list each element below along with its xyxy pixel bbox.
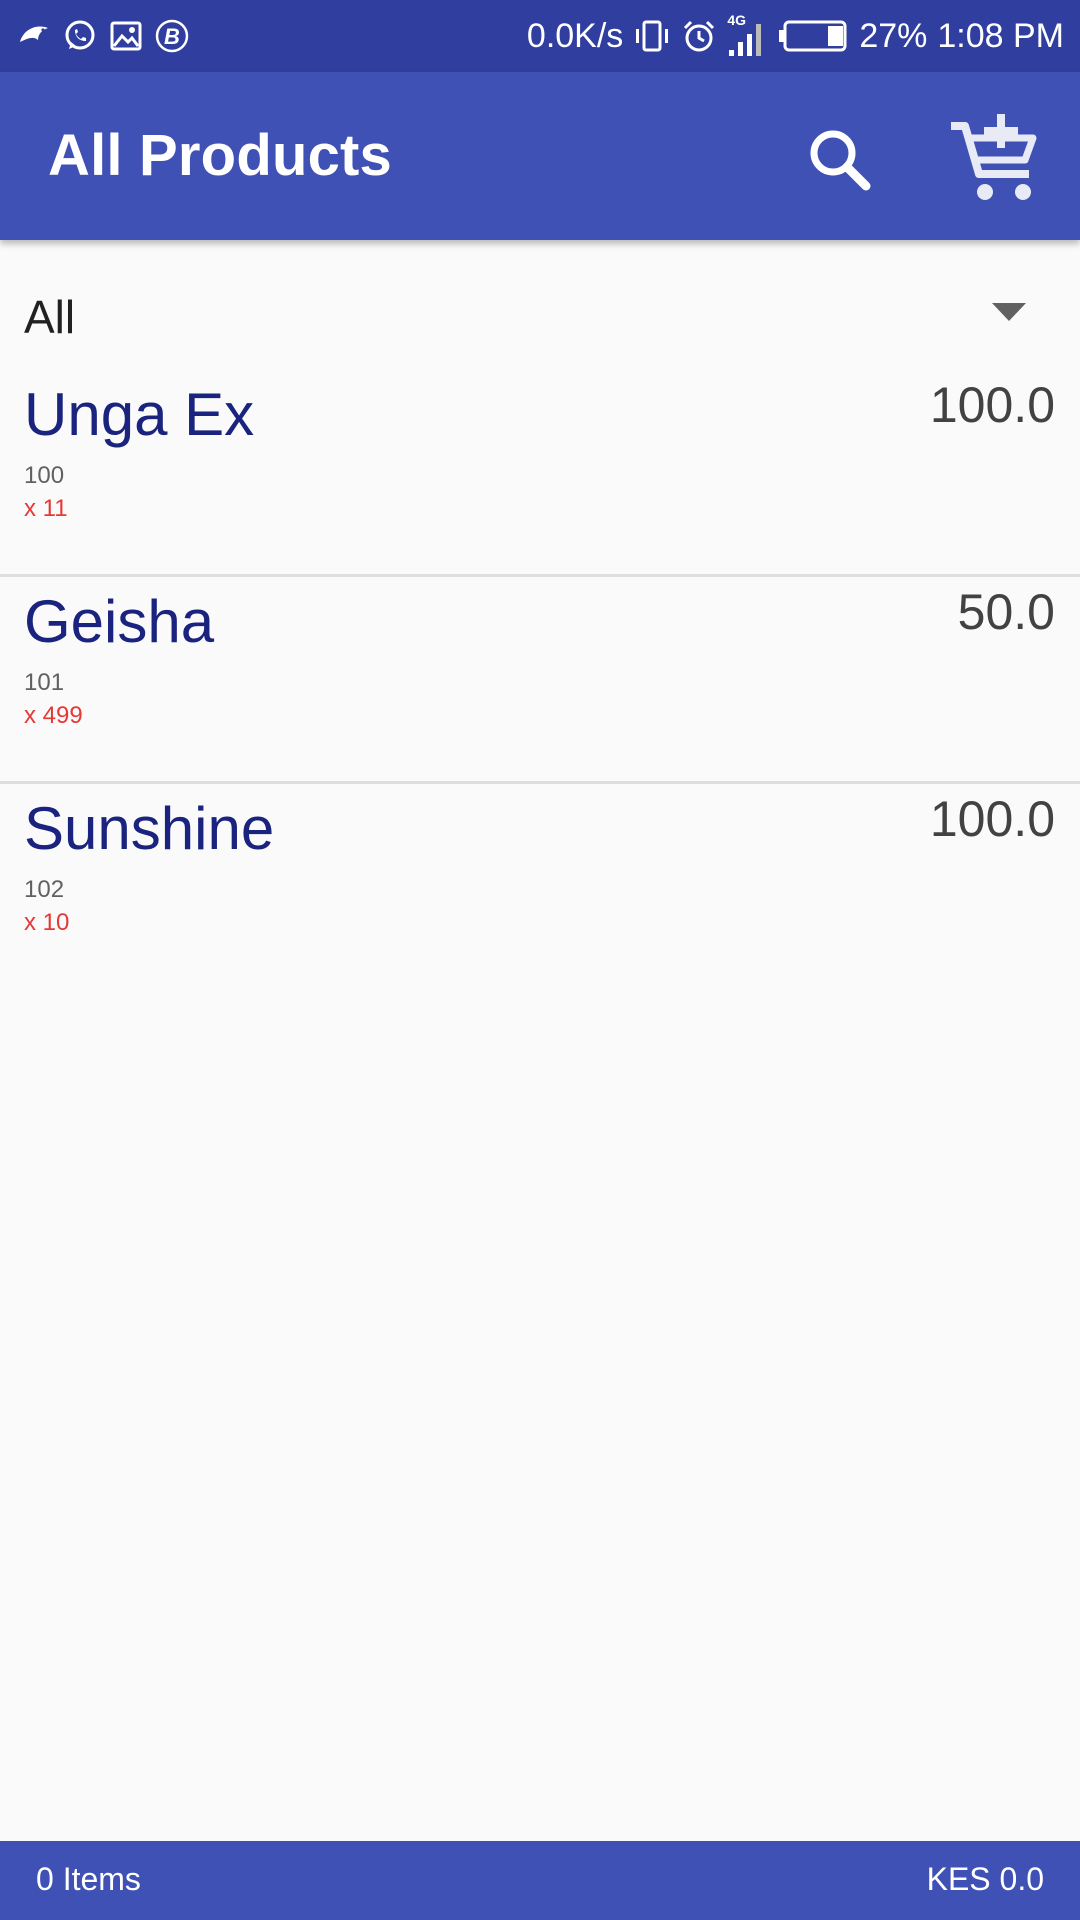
signal-icon: 4G bbox=[727, 12, 767, 58]
notification-icons: B bbox=[16, 18, 190, 54]
product-quantity: x 499 bbox=[24, 702, 83, 729]
svg-text:B: B bbox=[164, 24, 180, 49]
status-bar: B 0.0K/s 4G 27% 1:08 PM bbox=[0, 0, 1080, 72]
product-name: Geisha bbox=[24, 588, 215, 655]
b-app-icon: B bbox=[155, 19, 189, 53]
product-row[interactable]: Geisha 50.0 101 x 499 bbox=[0, 577, 1080, 784]
gallery-icon bbox=[110, 21, 142, 51]
cart-summary-bar[interactable]: 0 Items KES 0.0 bbox=[0, 1841, 1080, 1920]
battery-percentage: 27% bbox=[859, 16, 928, 55]
alarm-icon bbox=[684, 20, 715, 52]
product-code: 102 bbox=[24, 876, 65, 903]
page-title: All Products bbox=[48, 123, 392, 188]
cart-item-count: 0 Items bbox=[36, 1861, 141, 1897]
battery-icon bbox=[779, 20, 847, 52]
status-indicators: 0.0K/s 4G 27% 1:08 PM bbox=[527, 0, 1064, 72]
category-filter-value: All bbox=[24, 291, 76, 343]
app-bar: All Products bbox=[0, 72, 1080, 240]
product-list: Unga Ex 100.0 100 x 11 Geisha 50.0 101 x… bbox=[0, 370, 1080, 988]
whatsapp-icon bbox=[65, 20, 95, 50]
product-code: 100 bbox=[24, 462, 65, 489]
bird-app-icon bbox=[20, 26, 48, 42]
product-quantity: x 10 bbox=[24, 909, 70, 936]
product-row[interactable]: Sunshine 100.0 102 x 10 bbox=[0, 784, 1080, 988]
clock: 1:08 PM bbox=[937, 16, 1064, 55]
vibrate-icon bbox=[636, 20, 669, 52]
product-price: 100.0 bbox=[929, 791, 1055, 847]
product-row[interactable]: Unga Ex 100.0 100 x 11 bbox=[0, 370, 1080, 577]
category-filter-dropdown[interactable]: All bbox=[0, 240, 1080, 380]
product-name: Unga Ex bbox=[24, 381, 255, 448]
product-price: 100.0 bbox=[929, 377, 1055, 433]
product-quantity: x 11 bbox=[24, 495, 68, 522]
network-speed: 0.0K/s bbox=[526, 16, 624, 55]
product-price: 50.0 bbox=[957, 584, 1055, 640]
add-to-cart-icon[interactable] bbox=[945, 108, 1045, 208]
cart-total: KES 0.0 bbox=[926, 1861, 1044, 1897]
search-icon[interactable] bbox=[800, 120, 880, 200]
product-code: 101 bbox=[24, 669, 65, 696]
product-name: Sunshine bbox=[24, 795, 275, 862]
dropdown-arrow-icon[interactable] bbox=[992, 303, 1026, 321]
